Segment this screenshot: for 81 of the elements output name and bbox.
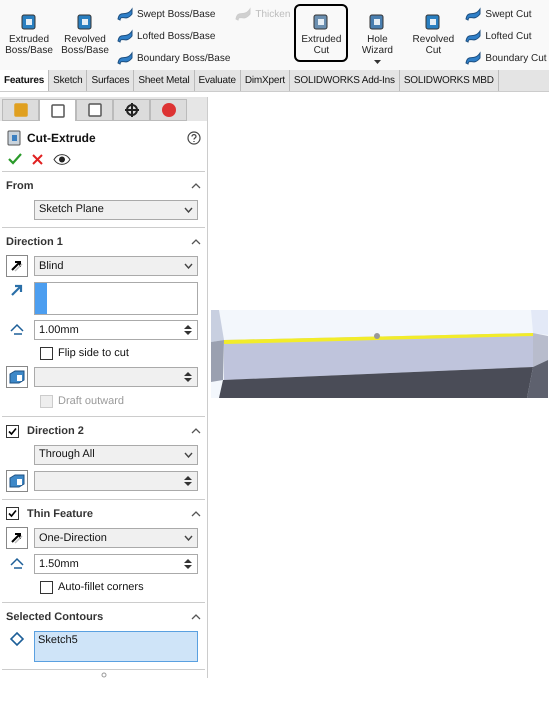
collapse-icon[interactable] (191, 183, 201, 190)
ribbon-tool-button[interactable]: Lofted Boss/Base (116, 26, 230, 46)
block-icon (9, 474, 25, 488)
arrow-icon (9, 258, 25, 274)
ribbon-tab[interactable]: Features (0, 70, 50, 91)
panel-title: Cut-Extrude (27, 130, 96, 147)
resize-handle-icon[interactable] (100, 672, 106, 678)
tool-icon (464, 28, 482, 44)
ribbon-tool-button[interactable]: Boundary Boss/Base (116, 48, 230, 68)
panel-tab[interactable] (39, 99, 76, 121)
spin-arrows-icon[interactable] (183, 323, 193, 337)
section-header: Direction 2 (27, 424, 84, 439)
panel-tab-icon (160, 102, 176, 118)
tool-icon (464, 50, 482, 66)
ribbon-tool-button[interactable]: Hole Wizard (350, 4, 404, 69)
collapse-icon[interactable] (191, 510, 201, 517)
checkbox[interactable] (40, 580, 53, 594)
help-icon[interactable] (187, 131, 201, 145)
spin-arrows-icon[interactable] (183, 557, 193, 571)
chevron-down-icon (184, 452, 193, 458)
ribbon-tool-button[interactable]: Swept Cut (464, 4, 547, 24)
caret-icon (374, 60, 381, 64)
tool-icon (116, 28, 134, 44)
checkbox[interactable] (6, 507, 19, 520)
section-header: Thin Feature (27, 506, 94, 522)
collapse-icon[interactable] (191, 614, 201, 620)
block-icon (9, 370, 25, 384)
tool-icon (464, 6, 482, 22)
number-field[interactable]: 1.50mm (34, 554, 198, 574)
draft-button[interactable] (6, 366, 28, 388)
ribbon-tool-button[interactable]: Lofted Cut (464, 26, 547, 46)
checkbox-label: Flip side to cut (58, 346, 129, 361)
close-icon[interactable] (32, 154, 43, 164)
chevron-down-icon (184, 263, 193, 269)
ribbon-tool-button[interactable]: Extruded Cut (294, 4, 348, 62)
ribbon-tool-button[interactable]: Swept Boss/Base (116, 4, 230, 24)
list-item[interactable]: Sketch5 (38, 634, 78, 646)
tool-icon (116, 6, 134, 22)
contour-list-field[interactable]: Sketch5 (34, 630, 198, 662)
section-header: Selected Contours (6, 610, 104, 625)
tool-icon (234, 6, 252, 22)
panel-tab-icon (86, 102, 102, 118)
ok-icon[interactable] (8, 153, 22, 165)
dimension-icon (9, 556, 25, 572)
panel-tab-icon (12, 102, 28, 118)
draft-button[interactable] (6, 470, 28, 492)
tool-icon (116, 50, 134, 66)
dropdown[interactable]: One-Direction (34, 528, 198, 548)
cut-extrude-icon (6, 130, 22, 146)
panel-tab[interactable] (76, 99, 113, 121)
reverse-direction-button[interactable] (6, 255, 28, 277)
arrow-icon (9, 282, 25, 298)
selection-field[interactable] (34, 282, 198, 315)
ribbon-tool-button[interactable]: Extruded Boss/Base (2, 4, 56, 61)
ribbon-tool-button[interactable]: Revolved Boss/Base (58, 4, 112, 61)
checkbox[interactable] (6, 424, 19, 438)
collapse-icon[interactable] (191, 238, 201, 245)
checkbox-label: Auto-fillet corners (58, 580, 144, 595)
section-header: Direction 1 (6, 234, 63, 250)
panel-tab-icon (124, 102, 140, 118)
section-header: From (6, 179, 34, 194)
eye-icon[interactable] (53, 154, 71, 164)
dimension-icon (9, 322, 25, 338)
checkmark-icon (8, 509, 17, 518)
panel-tab[interactable] (113, 99, 150, 121)
diamond-icon (9, 630, 25, 646)
ribbon-tool-button[interactable]: Boundary Cut (464, 48, 547, 68)
arrow-icon (9, 530, 25, 546)
panel-tab-icon (50, 102, 66, 118)
collapse-icon[interactable] (191, 428, 201, 434)
dropdown[interactable]: Sketch Plane (34, 200, 198, 220)
number-field[interactable]: 1.00mm (34, 320, 198, 340)
checkbox-label: Draft outward (58, 394, 124, 409)
checkbox[interactable] (40, 346, 53, 360)
dropdown[interactable]: Blind (34, 256, 198, 276)
chevron-down-icon (184, 535, 193, 541)
dropdown[interactable]: Through All (34, 444, 198, 464)
ribbon-tool-button[interactable]: Revolved Cut (406, 4, 460, 61)
chevron-down-icon (184, 206, 193, 212)
checkmark-icon (8, 426, 17, 436)
reverse-direction-button[interactable] (6, 527, 28, 549)
